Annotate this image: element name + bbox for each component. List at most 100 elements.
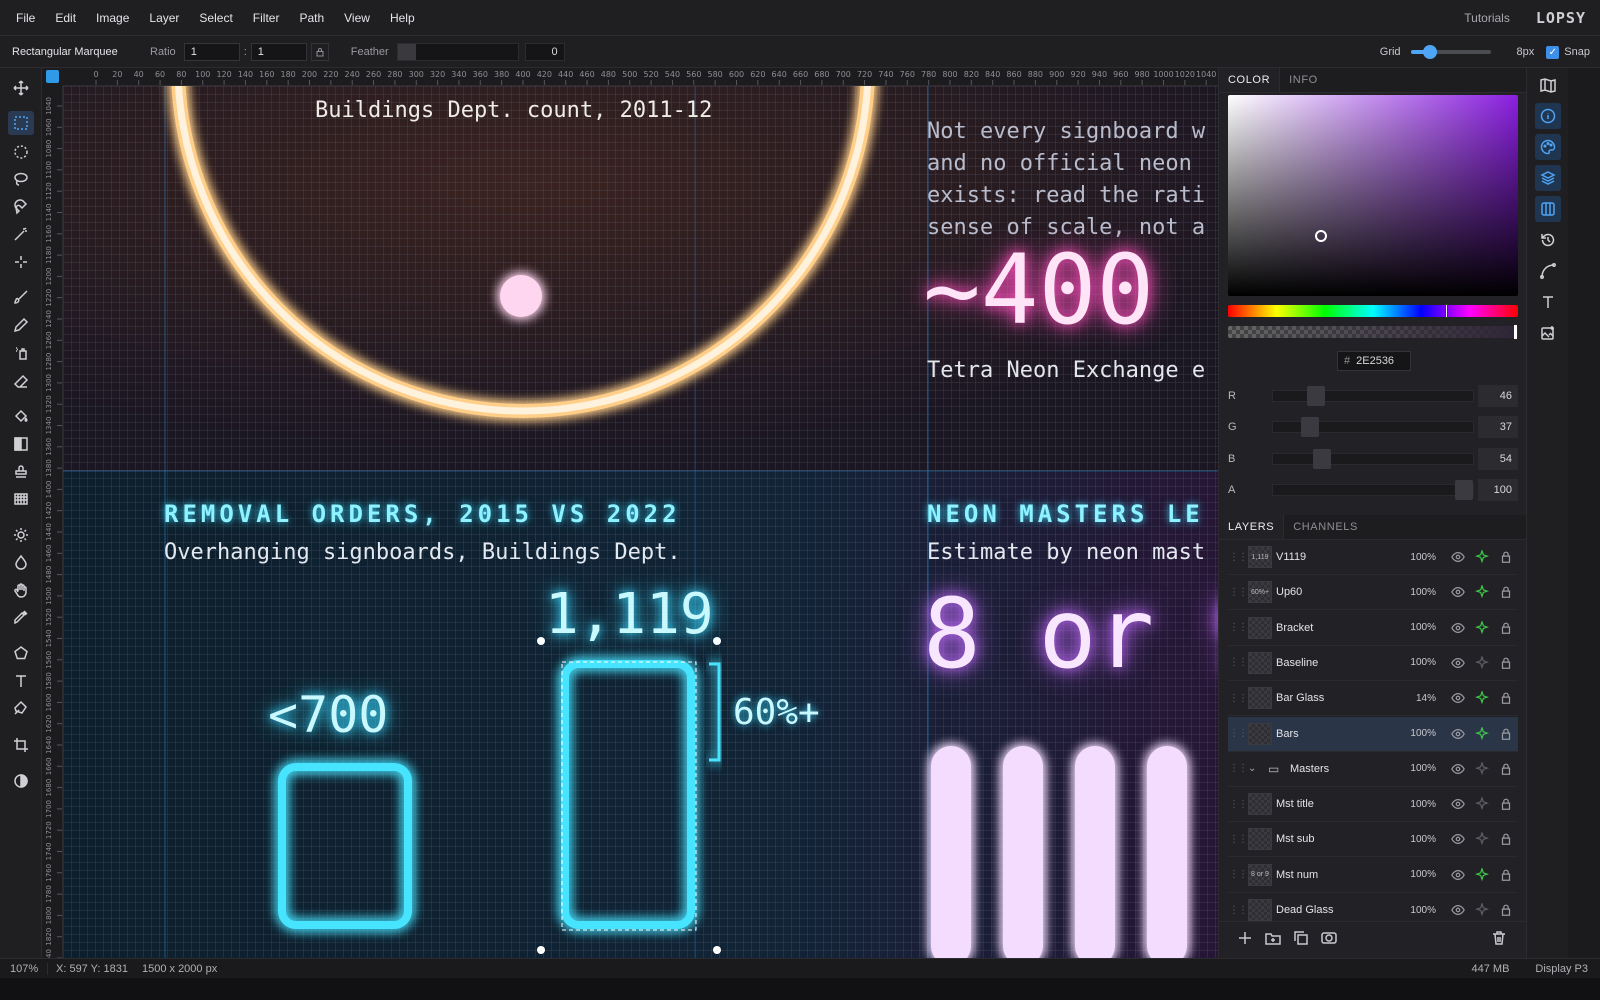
drag-handle-icon[interactable]: ⋮⋮ [1228, 587, 1248, 598]
grid-slider-knob[interactable] [1422, 45, 1437, 59]
channel-b-slider[interactable] [1272, 449, 1474, 469]
tab-channels[interactable]: CHANNELS [1284, 515, 1367, 539]
menu-layer[interactable]: Layer [139, 0, 189, 36]
add-layer-icon[interactable] [1237, 930, 1253, 946]
new-group-icon[interactable] [1265, 930, 1281, 946]
layer-name[interactable]: Bar Glass [1276, 692, 1396, 704]
tab-layers[interactable]: LAYERS [1219, 515, 1285, 539]
rect-marquee-tool[interactable] [8, 111, 34, 135]
character-panel-button[interactable] [1535, 289, 1561, 315]
menu-help[interactable]: Help [380, 0, 425, 36]
drag-handle-icon[interactable]: ⋮⋮ [1228, 869, 1248, 880]
paint-bucket-tool[interactable] [8, 404, 34, 428]
feather-slider[interactable] [396, 42, 519, 61]
duplicate-layer-icon[interactable] [1293, 930, 1309, 946]
zoom-level[interactable]: 107% [0, 962, 48, 975]
drag-handle-icon[interactable]: ⋮⋮ [1228, 905, 1248, 916]
transform-handle-bl[interactable] [537, 946, 545, 954]
navigator-button[interactable] [1535, 72, 1561, 98]
lock-icon[interactable] [1494, 762, 1518, 776]
channels-panel-button[interactable] [1535, 196, 1561, 222]
pen-tool[interactable] [8, 696, 34, 720]
menu-file[interactable]: File [6, 0, 45, 36]
layer-name[interactable]: V1119 [1276, 551, 1396, 563]
dodge-tool[interactable] [8, 523, 34, 547]
lock-icon[interactable] [1494, 691, 1518, 705]
layer-name[interactable]: Mst title [1276, 798, 1396, 810]
layer-row[interactable]: ⋮⋮ 60%+ Up60 100% [1228, 575, 1518, 611]
tab-color[interactable]: COLOR [1219, 68, 1281, 92]
magnetic-lasso-tool[interactable] [8, 195, 34, 219]
menu-path[interactable]: Path [289, 0, 334, 36]
ratio-width-input[interactable]: 1 [183, 42, 240, 61]
transform-handle-tl[interactable] [537, 637, 545, 645]
layer-row[interactable]: ⋮⋮ 8 or 9 Mst num 100% [1228, 858, 1518, 893]
lock-icon[interactable] [1494, 868, 1518, 882]
eye-icon[interactable] [1446, 691, 1470, 705]
layer-row[interactable]: ⋮⋮ Bar Glass 14% [1228, 681, 1518, 717]
quick-select-tool[interactable] [8, 250, 34, 274]
hex-input[interactable]: #2E2536 [1337, 351, 1411, 371]
eye-icon[interactable] [1446, 832, 1470, 846]
effects-icon[interactable] [1470, 655, 1494, 670]
channel-g-slider[interactable] [1272, 417, 1474, 437]
eraser-tool[interactable] [8, 369, 34, 393]
layer-name[interactable]: Dead Glass [1276, 904, 1396, 916]
channel-r-value[interactable]: 46 [1478, 385, 1518, 407]
mask-toggle[interactable] [8, 769, 34, 793]
horizontal-ruler[interactable]: 0 20 40 60 80 100 120 140 160 180 200 220 240 260 280 3… [63, 68, 1218, 86]
drag-handle-icon[interactable]: ⋮⋮ [1228, 552, 1248, 563]
effects-icon[interactable] [1470, 550, 1494, 564]
layers-panel-button[interactable] [1535, 165, 1561, 191]
channel-b-handle[interactable] [1313, 449, 1331, 469]
menu-view[interactable]: View [334, 0, 380, 36]
transform-handle-br[interactable] [713, 946, 721, 954]
eye-icon[interactable] [1446, 762, 1470, 776]
drag-handle-icon[interactable]: ⋮⋮ [1228, 693, 1248, 704]
layer-name[interactable]: Masters [1290, 763, 1396, 775]
eye-icon[interactable] [1446, 550, 1470, 564]
menu-image[interactable]: Image [86, 0, 139, 36]
polygon-tool[interactable] [8, 641, 34, 665]
drag-handle-icon[interactable]: ⋮⋮ [1228, 834, 1248, 845]
pattern-tool[interactable] [8, 487, 34, 511]
color-profile[interactable]: Display P3 [1535, 963, 1588, 975]
eye-icon[interactable] [1446, 621, 1470, 635]
feather-value-input[interactable]: 0 [524, 42, 565, 61]
layer-name[interactable]: Bracket [1276, 622, 1396, 634]
brush-tool[interactable] [8, 285, 34, 309]
layer-name[interactable]: Bars [1276, 728, 1396, 740]
lock-icon[interactable] [1494, 585, 1518, 599]
paths-panel-button[interactable] [1535, 258, 1561, 284]
layer-mask-icon[interactable] [1321, 930, 1337, 946]
gradient-tool[interactable] [8, 432, 34, 456]
lock-icon[interactable] [1494, 727, 1518, 741]
layer-row[interactable]: ⋮⋮ Mst sub 100% [1228, 822, 1518, 858]
effects-icon[interactable] [1470, 903, 1494, 917]
alpha-slider-handle[interactable] [1514, 325, 1517, 339]
hand-tool[interactable] [8, 578, 34, 602]
color-panel-button[interactable] [1535, 134, 1561, 160]
ratio-lock-button[interactable] [310, 42, 329, 61]
eye-icon[interactable] [1446, 797, 1470, 811]
lock-icon[interactable] [1494, 550, 1518, 564]
effects-icon[interactable] [1470, 726, 1494, 741]
eyedropper-tool[interactable] [8, 605, 34, 629]
hue-slider-handle[interactable] [1445, 304, 1448, 318]
menu-select[interactable]: Select [189, 0, 242, 36]
feather-slider-knob[interactable] [397, 43, 416, 60]
layer-name[interactable]: Mst num [1276, 869, 1396, 881]
effects-icon[interactable] [1470, 620, 1494, 635]
eye-icon[interactable] [1446, 727, 1470, 741]
drag-handle-icon[interactable]: ⋮⋮ [1228, 763, 1248, 774]
lock-icon[interactable] [1494, 797, 1518, 811]
transform-handle-tr[interactable] [713, 637, 721, 645]
drag-handle-icon[interactable]: ⋮⋮ [1228, 657, 1248, 668]
layer-row[interactable]: ⋮⋮ Mst title 100% [1228, 787, 1518, 823]
ellipse-marquee-tool[interactable] [8, 140, 34, 164]
layer-group[interactable]: ⋮⋮ ⌄ ▭ Masters 100% [1228, 752, 1518, 787]
layer-row[interactable]: ⋮⋮ Baseline 100% [1228, 646, 1518, 681]
channel-a-handle[interactable] [1455, 480, 1473, 500]
effects-icon[interactable] [1470, 832, 1494, 846]
delete-layer-icon[interactable] [1491, 930, 1507, 946]
